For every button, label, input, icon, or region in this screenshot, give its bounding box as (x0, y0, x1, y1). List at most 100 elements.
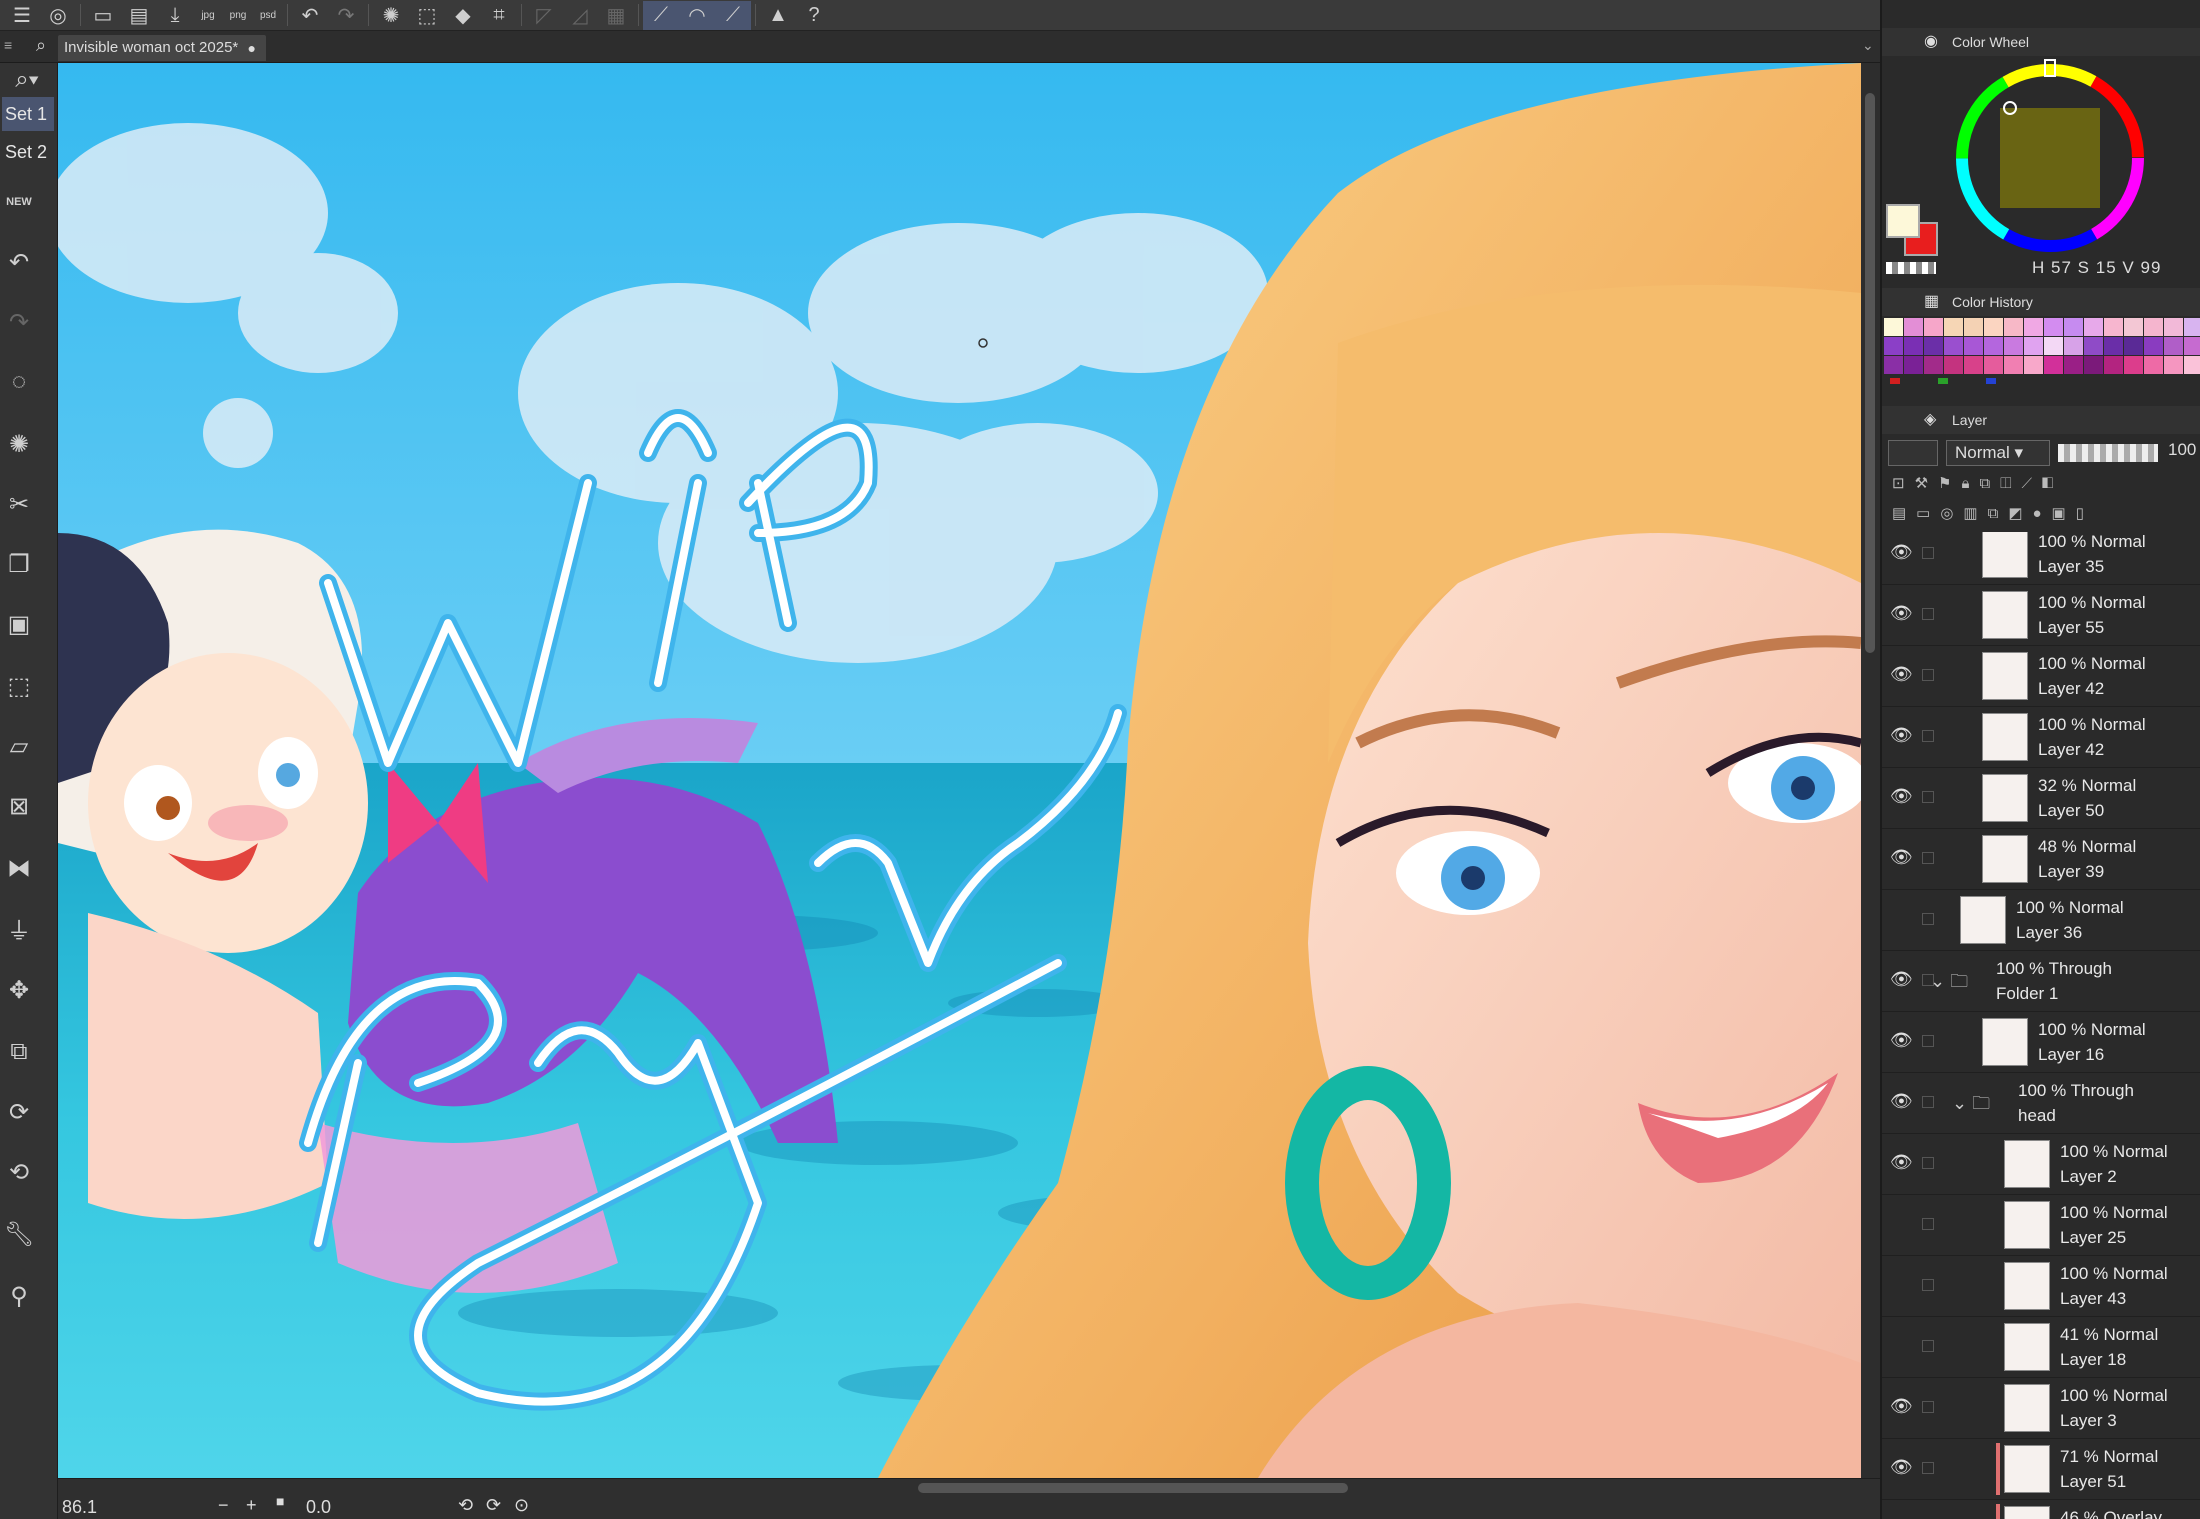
mesh-transform-icon[interactable]: ⊠ (4, 791, 34, 821)
visibility-eye-icon[interactable]: 👁︎ (1890, 847, 1913, 868)
blend-mode-select[interactable]: Normal ▾ (1946, 440, 2050, 466)
new-icon[interactable]: NEW (4, 187, 34, 217)
layer-row[interactable]: 100 % Normal Layer 25 (1882, 1195, 2200, 1256)
select-icon[interactable]: ⬚ (409, 1, 445, 30)
color-wheel[interactable] (1950, 58, 2150, 258)
learn-icon[interactable]: ▲ (760, 1, 796, 30)
open-icon[interactable]: ▤ (121, 1, 157, 30)
layer-checkbox[interactable] (1922, 1218, 1934, 1230)
color-history-swatch[interactable] (1904, 337, 1923, 355)
visibility-eye-icon[interactable]: 👁︎ (1890, 1396, 1913, 1417)
screen-icon[interactable]: ⧉ (4, 1037, 34, 1067)
zoom-out-button[interactable]: − (218, 1495, 229, 1516)
color-history-swatch[interactable] (2024, 356, 2043, 374)
zoom-icon[interactable]: ⌕▾ (4, 65, 50, 95)
color-history-swatch[interactable] (2064, 356, 2083, 374)
snap-line-icon[interactable]: ⟋ (643, 0, 679, 30)
undo-tool-icon[interactable]: ↶ (4, 247, 34, 277)
visibility-eye-icon[interactable]: 👁︎ (1890, 725, 1913, 746)
transparent-swatch[interactable] (1886, 262, 1936, 274)
cut-icon[interactable]: ✂ (4, 489, 34, 519)
color-history-swatch[interactable] (1944, 318, 1963, 336)
layer-row[interactable]: 100 % Normal Layer 43 (1882, 1256, 2200, 1317)
move-icon[interactable]: ✥ (4, 975, 34, 1005)
color-history-swatch[interactable] (2184, 356, 2200, 374)
color-history-swatch[interactable] (2144, 356, 2163, 374)
color-history-swatch[interactable] (2184, 337, 2200, 355)
color-history-swatch[interactable] (2124, 356, 2143, 374)
color-history-swatch[interactable] (1984, 356, 2003, 374)
scrollbar-thumb[interactable] (1865, 93, 1875, 653)
color-history-swatch[interactable] (2124, 337, 2143, 355)
rotate-icon[interactable]: ⟳ (4, 1097, 34, 1127)
color-history-swatch[interactable] (1904, 356, 1923, 374)
color-history-swatch[interactable] (1964, 337, 1983, 355)
color-history-swatch[interactable] (2144, 318, 2163, 336)
layer-checkbox[interactable] (1922, 1096, 1934, 1108)
color-history-swatch[interactable] (1938, 378, 1948, 384)
transform-tool-icon[interactable]: ⬚ (4, 671, 34, 701)
layer-row[interactable]: 👁︎ 100 % Normal Layer 16 (1882, 1012, 2200, 1073)
layer-row[interactable]: 100 % Normal Layer 36 (1882, 890, 2200, 951)
color-history-swatch[interactable] (2124, 318, 2143, 336)
visibility-eye-icon[interactable]: 👁︎ (1890, 603, 1913, 624)
layer-checkbox[interactable] (1922, 608, 1934, 620)
layer-checkbox[interactable] (1922, 1340, 1934, 1352)
color-history-swatch[interactable] (1944, 356, 1963, 374)
set-2-tab[interactable]: Set 2 (2, 135, 54, 169)
color-history-swatch[interactable] (2044, 318, 2063, 336)
layer-row[interactable]: 👁︎ 32 % Normal Layer 50 (1882, 768, 2200, 829)
layer-checkbox[interactable] (1922, 791, 1934, 803)
visibility-eye-icon[interactable]: 👁︎ (1890, 664, 1913, 685)
redo-icon[interactable]: ↷ (328, 1, 364, 30)
layer-row[interactable]: 41 % Normal Layer 18 (1882, 1317, 2200, 1378)
layer-checkbox[interactable] (1922, 1157, 1934, 1169)
color-history-swatch[interactable] (1986, 378, 1996, 384)
layer-lock-icons[interactable]: ⊡⚒⚑🔒︎⧉◫⟋◧ (1892, 474, 2192, 496)
color-history-swatch[interactable] (1924, 318, 1943, 336)
layer-checkbox[interactable] (1922, 1035, 1934, 1047)
angle-value[interactable]: 0.0 (306, 1497, 331, 1518)
flip-vertical-icon[interactable]: ⏚ (4, 913, 34, 945)
ruler2-icon[interactable]: ◿ (562, 1, 598, 30)
layer-row[interactable]: 👁︎ 71 % Normal Layer 51 (1882, 1439, 2200, 1500)
color-history-swatch[interactable] (2104, 318, 2123, 336)
folder-icon[interactable]: ⌄ 🗀︎ (1952, 1091, 1990, 1121)
pattern-icon[interactable]: ▦ (598, 1, 634, 30)
color-history-swatch[interactable] (2104, 356, 2123, 374)
color-history-swatch[interactable] (2064, 318, 2083, 336)
eyedropper-icon[interactable]: ⚲ (4, 1281, 34, 1311)
folder-icon[interactable]: ⌄ 🗀︎ (1930, 969, 1968, 999)
color-history-swatch[interactable] (2164, 337, 2183, 355)
opacity-slider[interactable] (2058, 444, 2158, 462)
canvas-area[interactable] (58, 63, 1861, 1478)
horizontal-scrollbar-thumb[interactable] (918, 1483, 1348, 1493)
visibility-eye-icon[interactable]: 👁︎ (1890, 1091, 1913, 1112)
rotate-reset-icon[interactable]: ⟲ (4, 1157, 34, 1187)
layer-row[interactable]: 👁︎ 48 % Normal Layer 39 (1882, 829, 2200, 890)
layer-checkbox[interactable] (1922, 1462, 1934, 1474)
copy-icon[interactable]: ❐ (4, 549, 34, 579)
layer-row[interactable]: 👁︎ 100 % Normal Layer 42 (1882, 707, 2200, 768)
fill-icon[interactable]: ◆ (445, 1, 481, 30)
rotate-reset-icon[interactable]: ⊙ (514, 1495, 529, 1516)
layer-row[interactable]: 👁︎ 100 % Normal Layer 35 (1882, 532, 2200, 585)
save-icon[interactable]: ⤓ (157, 1, 193, 30)
loading-icon[interactable]: ✺ (373, 1, 409, 30)
color-history-swatch[interactable] (2024, 337, 2043, 355)
color-history-swatch[interactable] (1884, 318, 1903, 336)
color-history-swatch[interactable] (1924, 356, 1943, 374)
visibility-eye-icon[interactable]: 👁︎ (1890, 786, 1913, 807)
color-history-swatch[interactable] (1984, 318, 2003, 336)
color-history-swatch[interactable] (2004, 318, 2023, 336)
color-history-grid[interactable] (1884, 318, 2200, 384)
opacity-value[interactable]: 100 (2168, 440, 2196, 460)
ruler-icon[interactable]: ◸ (526, 1, 562, 30)
transform-icon[interactable]: ⌗ (481, 1, 517, 30)
paste-icon[interactable]: ▣ (4, 609, 34, 639)
color-history-swatch[interactable] (1944, 337, 1963, 355)
wrench-icon[interactable]: 🔧︎ (4, 1219, 34, 1249)
redo-tool-icon[interactable]: ↷ (4, 307, 34, 337)
layer-row[interactable]: 👁︎46 % OverlayLayer 52 (1882, 1500, 2200, 1519)
layer-checkbox[interactable] (1922, 1279, 1934, 1291)
